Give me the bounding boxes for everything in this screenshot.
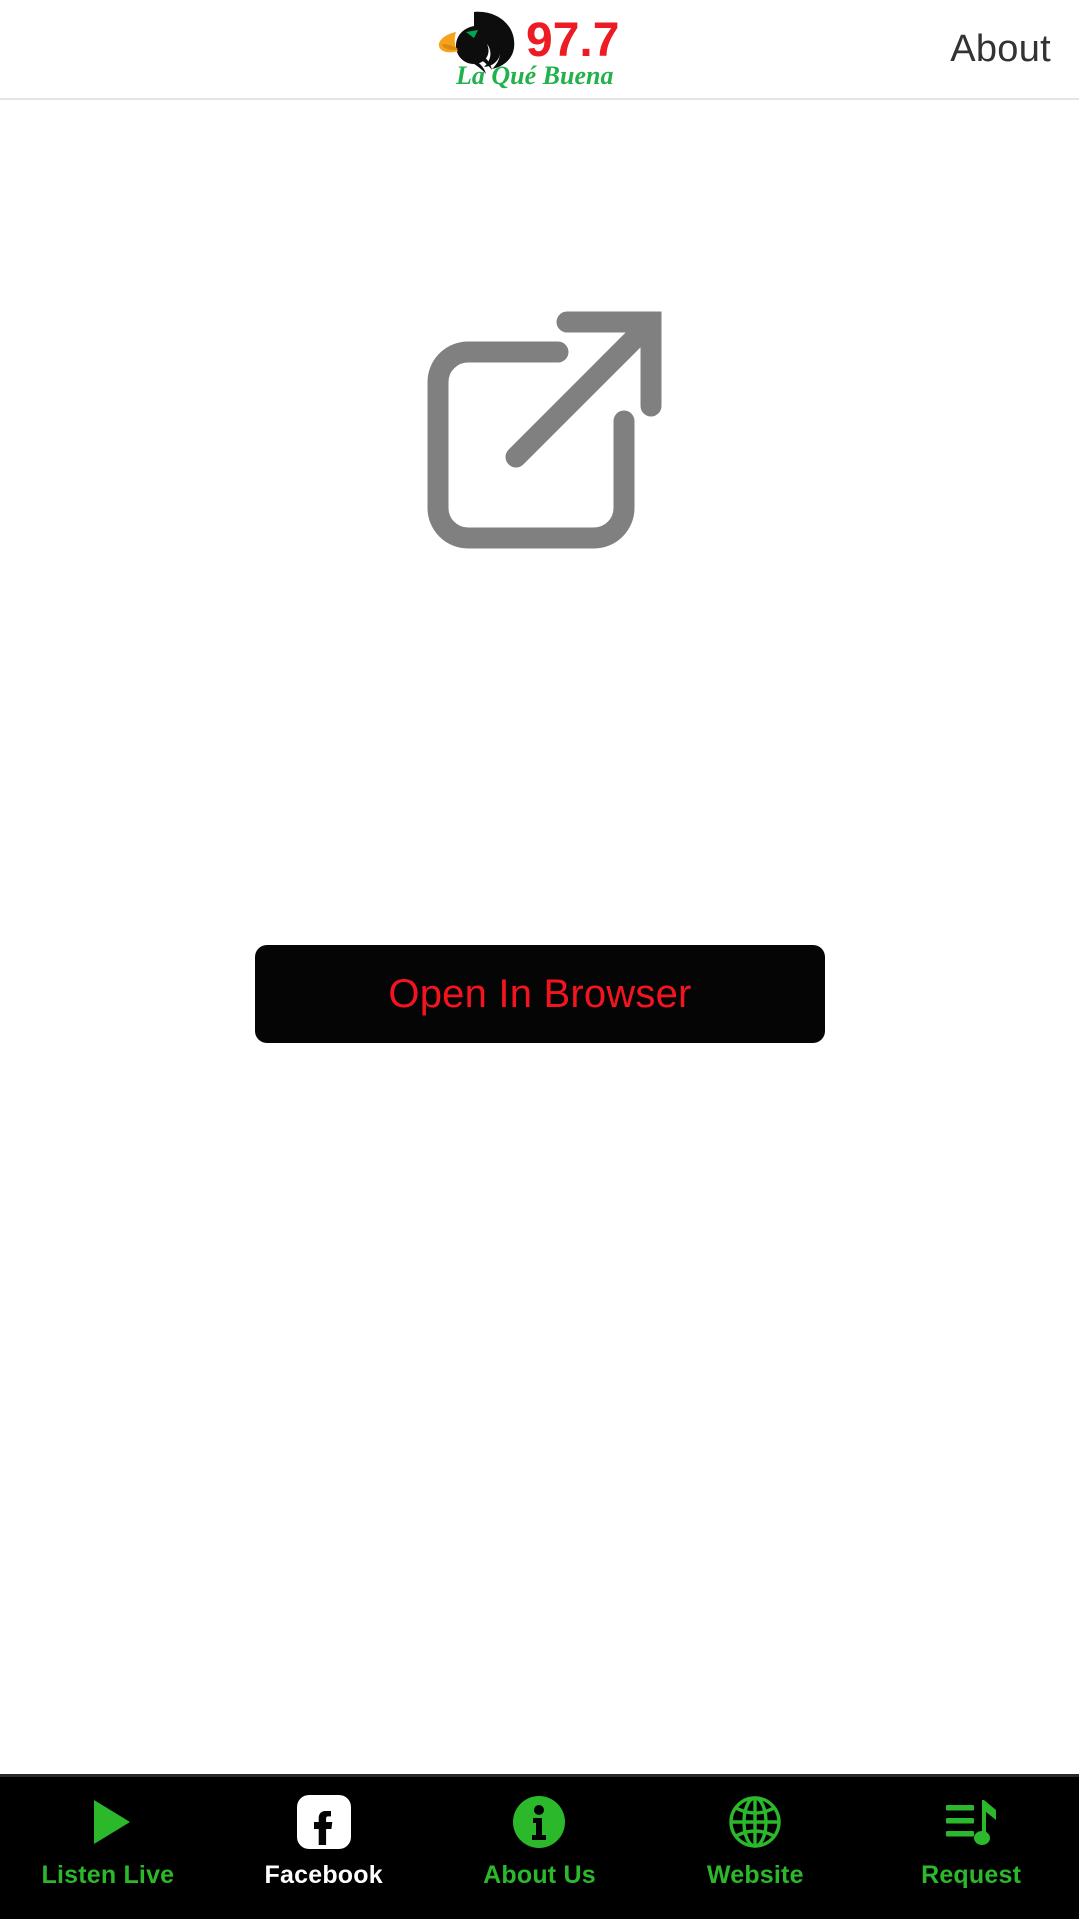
station-logo: 97.7 La Qué Buena: [430, 4, 650, 92]
logo-frequency: 97.7: [526, 14, 619, 67]
tab-request[interactable]: Request: [863, 1789, 1079, 1919]
app-root: 97.7 La Qué Buena About Open In Browser: [0, 0, 1079, 1919]
app-header: 97.7 La Qué Buena About: [0, 0, 1079, 100]
tab-about-us[interactable]: About Us: [432, 1789, 648, 1919]
logo-tagline: La Qué Buena: [455, 61, 613, 90]
bottom-tab-bar: Listen Live Facebook About Us Website Re…: [0, 1774, 1079, 1919]
tab-listen-live[interactable]: Listen Live: [0, 1789, 216, 1919]
globe-icon: [722, 1789, 788, 1855]
open-in-browser-button[interactable]: Open In Browser: [255, 945, 825, 1043]
playlist-note-icon: [938, 1789, 1004, 1855]
tab-facebook[interactable]: Facebook: [216, 1789, 432, 1919]
tab-label-request: Request: [921, 1861, 1022, 1889]
tab-website[interactable]: Website: [647, 1789, 863, 1919]
tab-label-facebook: Facebook: [264, 1861, 383, 1889]
tab-label-website: Website: [706, 1861, 804, 1889]
play-icon: [75, 1789, 141, 1855]
main-content: Open In Browser: [0, 100, 1079, 1774]
tab-label-listen-live: Listen Live: [41, 1861, 175, 1889]
external-link-icon: [390, 292, 690, 592]
info-icon: [506, 1789, 572, 1855]
about-header-link[interactable]: About: [950, 30, 1051, 68]
tab-label-about-us: About Us: [483, 1861, 596, 1889]
facebook-icon: [291, 1789, 357, 1855]
